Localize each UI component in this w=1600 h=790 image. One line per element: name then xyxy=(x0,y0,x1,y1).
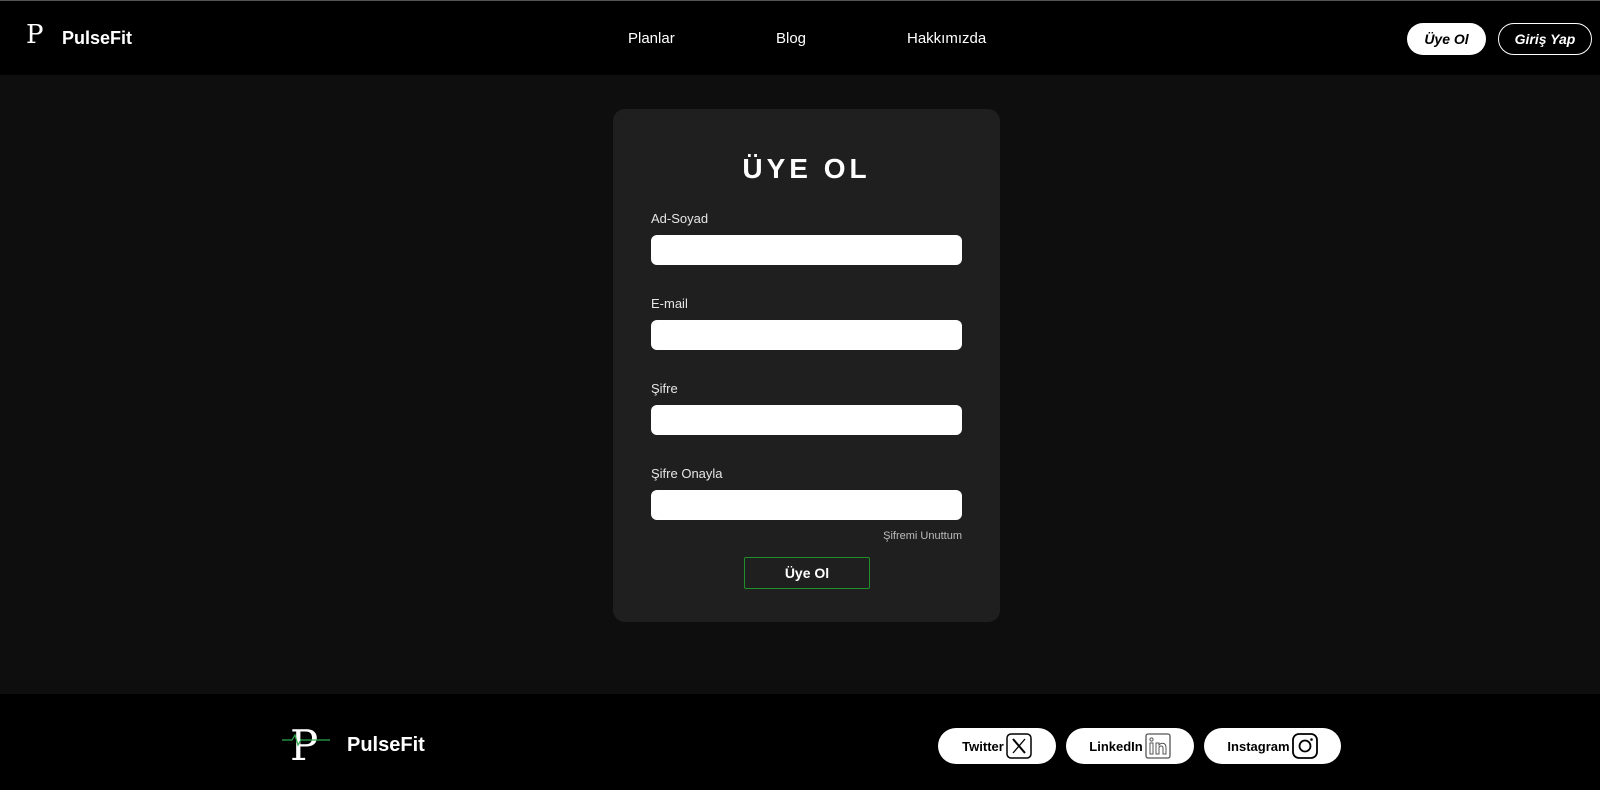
main-content: ÜYE OL Ad-Soyad E-mail Şifre Şifre Onayl… xyxy=(0,75,1600,694)
instagram-icon xyxy=(1291,733,1318,759)
name-input[interactable] xyxy=(651,235,962,265)
twitter-label: Twitter xyxy=(962,738,1004,754)
name-label: Ad-Soyad xyxy=(651,211,709,226)
password-input[interactable] xyxy=(651,405,962,435)
signup-card: ÜYE OL Ad-Soyad E-mail Şifre Şifre Onayl… xyxy=(613,109,1000,622)
nav-link-blog[interactable]: Blog xyxy=(776,30,806,47)
brand-name[interactable]: PulseFit xyxy=(62,28,132,49)
email-label: E-mail xyxy=(651,296,688,311)
nav-link-hakkimizda[interactable]: Hakkımızda xyxy=(907,30,986,47)
instagram-link[interactable]: Instagram xyxy=(1204,728,1341,764)
instagram-label: Instagram xyxy=(1227,738,1290,754)
twitter-link[interactable]: Twitter xyxy=(938,728,1056,764)
svg-text:P: P xyxy=(290,721,318,766)
pulsefit-footer-logo-icon: P xyxy=(282,721,330,766)
email-input[interactable] xyxy=(651,320,962,350)
pulsefit-logo-icon[interactable]: P xyxy=(24,19,46,49)
footer: P PulseFit Twitter LinkedIn Instagram xyxy=(0,694,1600,790)
form-title: ÜYE OL xyxy=(742,153,871,184)
footer-brand-name: PulseFit xyxy=(347,734,425,756)
top-navbar: P PulseFit Planlar Blog Hakkımızda Üye O… xyxy=(0,1,1600,75)
forgot-password-link[interactable]: Şifremi Unuttum xyxy=(883,530,962,542)
linkedin-link[interactable]: LinkedIn xyxy=(1066,728,1194,764)
login-button[interactable]: Giriş Yap xyxy=(1498,23,1592,55)
nav-link-planlar[interactable]: Planlar xyxy=(628,30,675,47)
signup-button[interactable]: Üye Ol xyxy=(1407,23,1486,55)
x-icon xyxy=(1006,733,1032,759)
linkedin-icon xyxy=(1145,733,1171,759)
confirm-password-label: Şifre Onayla xyxy=(651,466,723,481)
password-label: Şifre xyxy=(651,381,678,396)
linkedin-label: LinkedIn xyxy=(1089,738,1143,754)
submit-signup-button[interactable]: Üye Ol xyxy=(744,557,870,589)
svg-text:P: P xyxy=(26,20,44,49)
confirm-password-input[interactable] xyxy=(651,490,962,520)
